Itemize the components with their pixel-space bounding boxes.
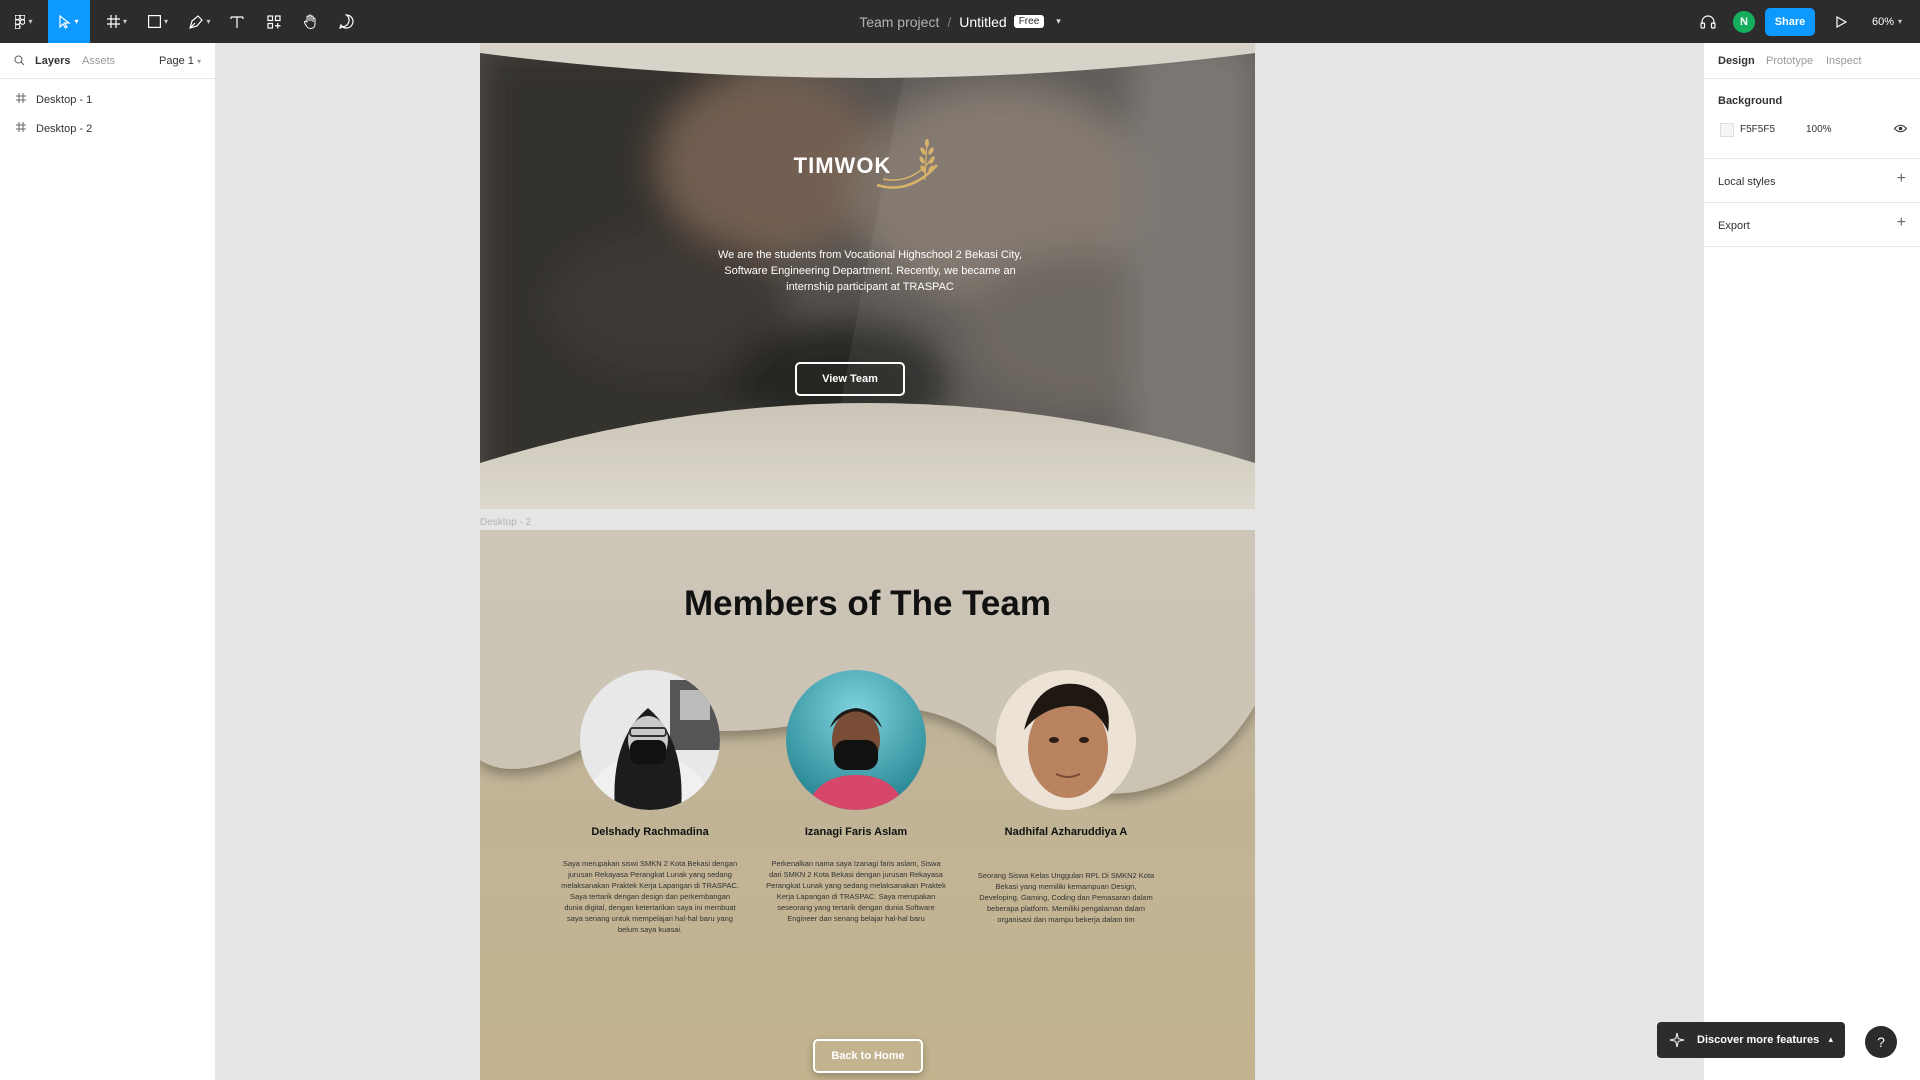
background-opacity-input[interactable]: 100% [1806,124,1832,135]
background-section: Background F5F5F5 100% [1704,79,1920,159]
member-description: Seorang Siswa Kelas Unggulan RPL Di SMKN… [977,871,1155,924]
text-t-icon [230,15,244,29]
view-team-button[interactable]: View Team [795,362,905,396]
avatar[interactable]: N [1733,11,1755,33]
chevron-down-icon: ▾ [1898,17,1903,26]
export-title: Export [1718,220,1750,232]
member-description: Saya merupakan siswi SMKN 2 Kota Bekasi … [561,859,739,934]
local-styles-title: Local styles [1718,176,1776,188]
member-name: Delshady Rachmadina [591,826,709,838]
chevron-down-icon: ▾ [206,17,211,26]
member-photo [580,670,720,810]
share-button[interactable]: Share [1765,8,1815,36]
discover-label: Discover more features [1697,1034,1820,1046]
present-button[interactable] [1830,0,1852,43]
layers-panel: Layers Assets Page 1 ▾ Desktop - 1 Deskt… [0,43,216,1080]
team-section-title: Members of The Team [684,584,1051,623]
member-name: Nadhifal Azharuddiya A [1004,826,1128,838]
page-label: Page 1 [159,55,194,67]
chevron-down-icon[interactable]: ▾ [1056,16,1061,27]
file-name[interactable]: Untitled [959,14,1006,30]
rectangle-icon [147,15,161,28]
frame-hash-icon [16,93,26,106]
chevron-down-icon: ▾ [163,17,168,26]
layer-item[interactable]: Desktop - 2 [0,114,215,143]
team-project-link[interactable]: Team project [859,14,939,30]
comment-tool-button[interactable] [335,0,357,43]
text-tool-button[interactable] [226,0,248,43]
wheat-logo-icon [876,138,938,189]
sparkle-icon [1669,1032,1685,1051]
top-toolbar: ▾ ▾ ▾ ▾ ▾ Team project / Untitled Free ▾… [0,0,1920,43]
hero-description: We are the students from Vocational High… [717,249,1023,293]
chevron-up-icon: ▴ [1828,1034,1833,1044]
frame-desktop-2[interactable]: Members of The Team Delshady Rachmadina … [480,530,1255,1080]
layer-label: Desktop - 1 [36,93,93,106]
main-menu-button[interactable]: ▾ [8,0,40,43]
member-card: Nadhifal Azharuddiya A Seorang Siswa Kel… [976,670,1156,925]
breadcrumb-separator: / [947,13,952,30]
page-selector[interactable]: Page 1 ▾ [159,55,201,67]
background-hex-input[interactable]: F5F5F5 [1740,124,1775,135]
layer-item[interactable]: Desktop - 1 [0,85,215,114]
tab-layers[interactable]: Layers [35,55,70,67]
frame-label[interactable]: Desktop - 2 [480,517,531,528]
hand-tool-button[interactable] [299,0,321,43]
plus-icon[interactable]: + [1897,170,1906,188]
tab-prototype[interactable]: Prototype [1766,55,1813,67]
plan-badge: Free [1013,15,1045,28]
member-photo [996,670,1136,810]
hand-icon [303,14,318,29]
local-styles-section: Local styles + [1704,159,1920,203]
zoom-menu[interactable]: 60% ▾ [1872,0,1902,43]
properties-panel: Design Prototype Inspect Background F5F5… [1703,43,1920,1080]
background-color-swatch[interactable] [1720,123,1734,137]
discover-features-button[interactable]: Discover more features ▴ [1657,1022,1845,1058]
tab-design[interactable]: Design [1718,55,1755,67]
shape-tool-button[interactable]: ▾ [142,0,174,43]
frame-tool-button[interactable]: ▾ [102,0,132,43]
cursor-arrow-icon [59,14,72,29]
help-button[interactable]: ? [1865,1026,1897,1058]
back-to-home-button[interactable]: Back to Home [813,1039,923,1073]
plus-icon[interactable]: + [1897,214,1906,232]
pen-icon [189,14,204,29]
frame-hash-icon [16,122,26,135]
brand-logo-text: TIMWOK [793,153,892,178]
member-description: Perkenalkan nama saya Izanagi faris asla… [766,859,946,923]
member-card: Delshady Rachmadina Saya merupakan siswi… [560,670,740,935]
figma-logo-icon [15,14,26,29]
search-icon[interactable] [14,55,25,69]
member-name: Izanagi Faris Aslam [804,826,908,838]
headphones-icon [1700,14,1716,29]
layer-label: Desktop - 2 [36,122,93,135]
right-panel-tabs: Design Prototype Inspect [1704,43,1920,79]
resources-tool-button[interactable] [263,0,285,43]
file-breadcrumb: Team project / Untitled Free ▾ [0,0,1920,43]
frame-hash-icon [106,15,120,28]
eye-icon[interactable] [1893,124,1908,136]
components-icon [267,14,281,29]
chevron-down-icon: ▾ [196,57,201,66]
tab-assets[interactable]: Assets [82,55,115,67]
design-canvas[interactable]: TIMWOK We are the students from Vocation… [217,43,1703,1080]
frame-desktop-1[interactable]: TIMWOK We are the students from Vocation… [480,43,1255,509]
zoom-level: 60% [1872,15,1895,28]
chevron-down-icon: ▾ [74,17,79,26]
export-section: Export + [1704,203,1920,247]
comment-bubble-icon [338,14,354,29]
chevron-down-icon: ▾ [122,17,127,26]
chevron-down-icon: ▾ [28,17,33,26]
member-card: Izanagi Faris Aslam Perkenalkan nama say… [766,670,946,924]
pen-tool-button[interactable]: ▾ [184,0,216,43]
left-panel-tabs: Layers Assets Page 1 ▾ [0,43,215,79]
move-tool-button[interactable]: ▾ [48,0,90,43]
tab-inspect[interactable]: Inspect [1826,55,1861,67]
audio-button[interactable] [1697,0,1719,43]
member-photo [786,670,926,810]
background-title: Background [1718,95,1783,107]
play-icon [1835,15,1847,28]
